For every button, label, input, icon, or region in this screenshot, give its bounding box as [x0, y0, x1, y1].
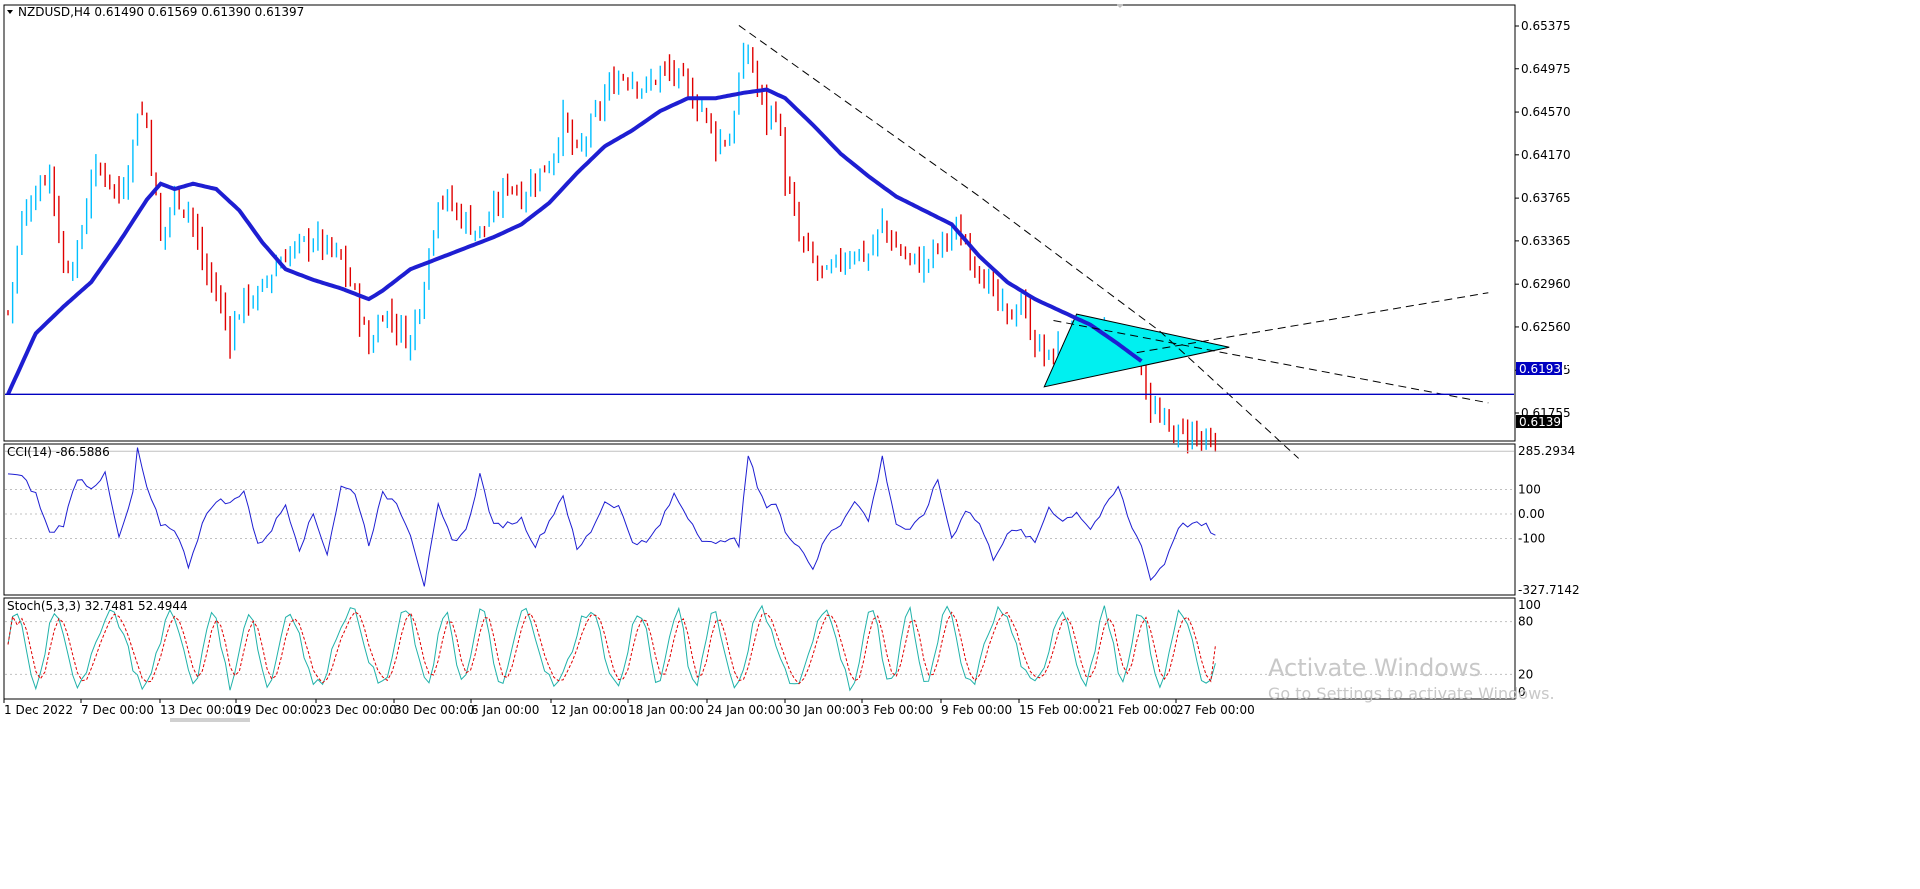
cci-panel-header: CCI(14) -86.5886 [7, 445, 110, 459]
time-tick-label: 19 Dec 00:00 [236, 703, 317, 717]
time-tick-label: 9 Feb 00:00 [941, 703, 1012, 717]
cci-tick-label: -327.7142 [1518, 583, 1580, 597]
time-tick-label: 1 Dec 2022 [4, 703, 73, 717]
activation-watermark-title: Activate Windows [1268, 654, 1481, 682]
time-tick-label: 6 Jan 00:00 [471, 703, 539, 717]
price-axis: 0.65375 0.64975 0.64570 0.64170 0.63765 0.633… [1515, 19, 1571, 420]
price-tick-label: 0.65375 [1521, 19, 1571, 33]
main-panel-frame[interactable] [3, 4, 1516, 442]
price-tick-label: 0.63365 [1521, 234, 1571, 248]
price-tick-label: 0.63765 [1521, 191, 1571, 205]
time-tick-label: 24 Jan 00:00 [707, 703, 783, 717]
stoch-tick-label: 100 [1518, 598, 1541, 612]
stoch-tick-label: 20 [1518, 667, 1533, 681]
price-tick-label: 0.64170 [1521, 148, 1571, 162]
time-tick-label: 3 Feb 00:00 [862, 703, 933, 717]
time-tick-label: 7 Dec 00:00 [81, 703, 154, 717]
support-price-label: 0.61930 [1516, 362, 1569, 376]
cci-panel-frame[interactable] [3, 443, 1516, 596]
price-tick-label: 0.64570 [1521, 105, 1571, 119]
cci-axis: 285.2934 100 0.00 -100 -327.7142 [1518, 444, 1580, 597]
time-tick-label: 27 Feb 00:00 [1176, 703, 1255, 717]
price-tick-label: 0.62560 [1521, 320, 1571, 334]
price-tick-label: 0.64975 [1521, 62, 1571, 76]
stoch-panel-header: Stoch(5,3,3) 32.7481 52.4944 [7, 599, 188, 613]
time-tick-label: 12 Jan 00:00 [551, 703, 627, 717]
time-tick-label: 30 Dec 00:00 [394, 703, 475, 717]
svg-text:0.61930: 0.61930 [1519, 362, 1569, 376]
trading-chart[interactable]: NZDUSD,H4 0.61490 0.61569 0.61390 0.6139… [0, 0, 1920, 889]
stoch-tick-label: 80 [1518, 615, 1533, 629]
cci-tick-label: 0.00 [1518, 507, 1545, 521]
time-axis: 1 Dec 2022 7 Dec 00:00 13 Dec 00:0019 Dec … [3, 699, 1255, 722]
activation-watermark-subtitle: Go to Settings to activate Windows. [1268, 684, 1555, 703]
cci-tick-label: 285.2934 [1518, 444, 1575, 458]
time-tick-label: 30 Jan 00:00 [785, 703, 861, 717]
svg-text:0.61397: 0.61397 [1519, 415, 1569, 429]
scrollbar-thumb[interactable] [170, 718, 250, 722]
current-price-label: 0.61397 [1516, 415, 1569, 429]
price-tick-label: 0.62960 [1521, 277, 1571, 291]
main-panel-header: NZDUSD,H4 0.61490 0.61569 0.61390 0.6139… [18, 5, 304, 19]
time-tick-label: 15 Feb 00:00 [1019, 703, 1098, 717]
cci-tick-label: -100 [1518, 532, 1545, 546]
cci-tick-label: 100 [1518, 483, 1541, 497]
time-tick-label: 18 Jan 00:00 [628, 703, 704, 717]
time-tick-label: 23 Dec 00:00 [316, 703, 397, 717]
time-tick-label: 21 Feb 00:00 [1099, 703, 1178, 717]
time-tick-label: 13 Dec 00:00 [160, 703, 241, 717]
